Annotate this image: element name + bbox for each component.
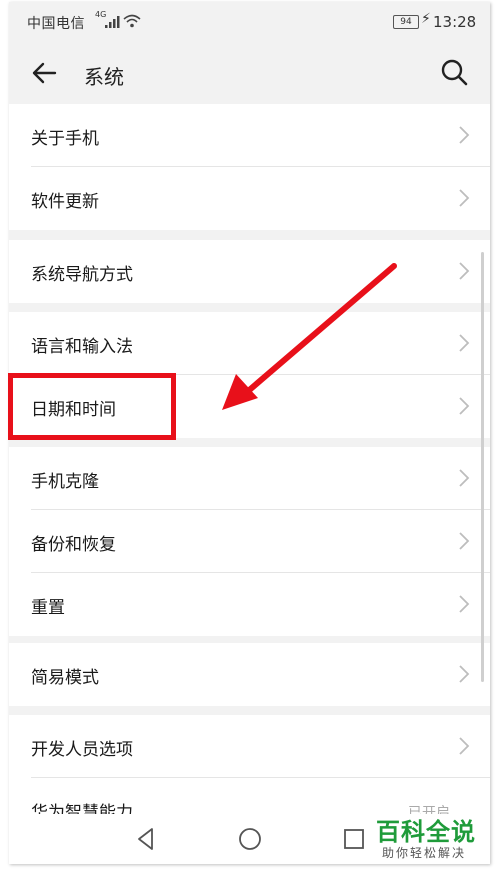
chevron-right-icon	[459, 595, 470, 613]
watermark: 百科全说 助你轻松解决	[376, 812, 488, 862]
signal-icon	[105, 16, 120, 28]
battery-icon: 94	[393, 15, 419, 29]
setting-label: 简易模式	[31, 668, 99, 688]
status-bar: 中国电信 4G 94 ⚡ 13:28	[9, 2, 490, 42]
back-arrow-icon[interactable]	[29, 58, 59, 88]
setting-label: 开发人员选项	[31, 740, 133, 760]
watermark-title: 百科全说	[376, 818, 476, 846]
setting-item-backup-restore[interactable]: 备份和恢复	[9, 510, 490, 573]
chevron-right-icon	[459, 126, 470, 144]
scrollbar[interactable]	[481, 252, 484, 682]
chevron-right-icon	[459, 189, 470, 207]
circle-home-icon[interactable]	[237, 826, 263, 852]
setting-item-developer-options[interactable]: 开发人员选项	[9, 715, 490, 778]
settings-group-backup: 手机克隆 备份和恢复 重置	[9, 447, 490, 636]
triangle-back-icon[interactable]	[133, 826, 159, 852]
charging-icon: ⚡	[421, 11, 431, 27]
setting-item-simple-mode[interactable]: 简易模式	[9, 643, 490, 706]
setting-item-about-phone[interactable]: 关于手机	[9, 104, 490, 167]
chevron-right-icon	[459, 665, 470, 683]
chevron-right-icon	[459, 397, 470, 415]
settings-group-about: 关于手机 软件更新	[9, 104, 490, 230]
app-header: 系统	[9, 42, 490, 104]
chevron-right-icon	[459, 469, 470, 487]
wifi-icon	[123, 14, 141, 28]
clock-label: 13:28	[433, 13, 477, 31]
setting-label: 软件更新	[31, 192, 99, 212]
carrier-label: 中国电信	[27, 16, 85, 32]
setting-label: 语言和输入法	[31, 337, 133, 357]
square-recent-icon[interactable]	[341, 826, 367, 852]
screenshot-frame: 中国电信 4G 94 ⚡ 13:28 系统 关于手机 软件更新 系统导航方式 语…	[0, 0, 500, 871]
settings-group-navigation: 系统导航方式	[9, 240, 490, 303]
setting-label: 系统导航方式	[31, 265, 133, 285]
setting-item-reset[interactable]: 重置	[9, 573, 490, 636]
chevron-right-icon	[459, 262, 470, 280]
search-icon[interactable]	[439, 57, 469, 87]
settings-group-simple-mode: 简易模式	[9, 643, 490, 706]
setting-item-language-input[interactable]: 语言和输入法	[9, 312, 490, 375]
chevron-right-icon	[459, 737, 470, 755]
highlight-box	[8, 373, 176, 440]
setting-label: 关于手机	[31, 129, 99, 149]
setting-item-software-update[interactable]: 软件更新	[9, 167, 490, 230]
setting-item-system-navigation[interactable]: 系统导航方式	[9, 240, 490, 303]
setting-item-phone-clone[interactable]: 手机克隆	[9, 447, 490, 510]
watermark-subtitle: 助你轻松解决	[382, 846, 467, 860]
setting-label: 手机克隆	[31, 472, 99, 492]
setting-label: 重置	[31, 598, 65, 618]
page-title: 系统	[84, 65, 124, 89]
chevron-right-icon	[459, 532, 470, 550]
chevron-right-icon	[459, 334, 470, 352]
setting-label: 备份和恢复	[31, 535, 116, 555]
